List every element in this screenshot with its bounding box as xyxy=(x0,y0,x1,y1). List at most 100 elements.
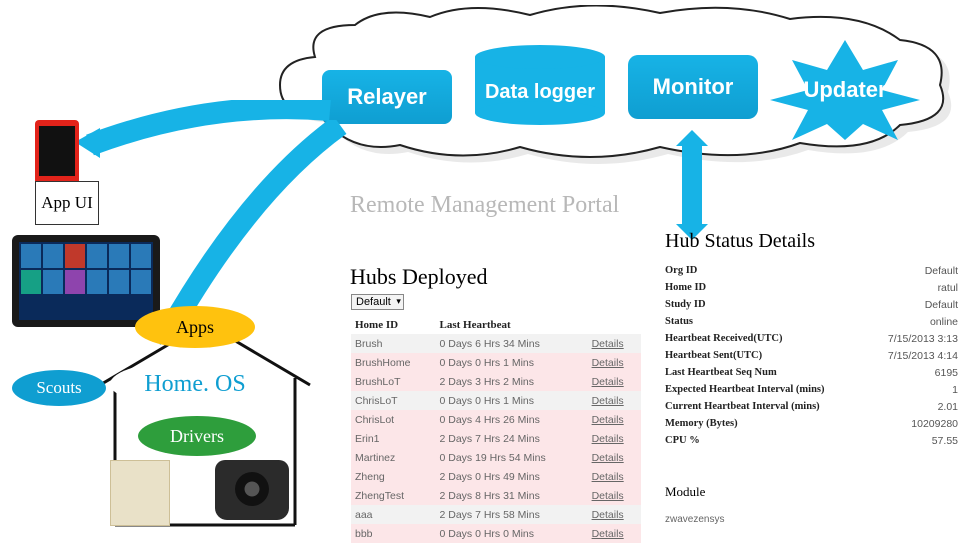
monitor-box: Monitor xyxy=(628,55,758,119)
appui-box: App UI xyxy=(35,181,99,225)
hubs-deployed-title: Hubs Deployed xyxy=(350,264,487,290)
drivers-oval: Drivers xyxy=(138,416,256,456)
cell-heartbeat: 0 Days 0 Hrs 0 Mins xyxy=(435,524,587,543)
kv-value: online xyxy=(930,316,958,328)
details-link[interactable]: Details xyxy=(592,338,624,350)
cell-heartbeat: 0 Days 4 Hrs 26 Mins xyxy=(435,410,587,429)
cell-home-id: Erin1 xyxy=(351,429,435,448)
scouts-oval: Scouts xyxy=(12,370,106,406)
sensor-device-icon xyxy=(110,460,170,526)
col-heartbeat: Last Heartbeat xyxy=(435,316,587,334)
monitor-label: Monitor xyxy=(653,74,734,100)
kv-key: Heartbeat Received(UTC) xyxy=(665,333,783,345)
kv-row: Org ID Default xyxy=(665,262,958,279)
cell-heartbeat: 2 Days 8 Hrs 31 Mins xyxy=(435,486,587,505)
kv-value: 1 xyxy=(952,384,958,396)
table-row: BrushHome0 Days 0 Hrs 1 MinsDetails xyxy=(351,353,641,372)
kv-row: Memory (Bytes) 10209280 xyxy=(665,415,958,432)
filter-dropdown[interactable]: Default xyxy=(351,294,404,310)
tablet-icon xyxy=(12,235,160,327)
cell-home-id: ChrisLot xyxy=(351,410,435,429)
kv-value: 2.01 xyxy=(938,401,958,413)
status-title: Hub Status Details xyxy=(665,230,815,253)
table-row: Erin12 Days 7 Hrs 24 Mins Details xyxy=(351,429,641,448)
cell-heartbeat: 2 Days 3 Hrs 2 Mins xyxy=(435,372,587,391)
kv-row: Expected Heartbeat Interval (mins) 1 xyxy=(665,381,958,398)
kv-row: Study IDDefault xyxy=(665,296,958,313)
relayer-box: Relayer xyxy=(322,70,452,124)
kv-row: Last Heartbeat Seq Num6195 xyxy=(665,364,958,381)
cell-heartbeat: 2 Days 7 Hrs 24 Mins xyxy=(435,429,587,448)
updater-label: Updater xyxy=(803,77,886,103)
table-row: ChrisLoT0 Days 0 Hrs 1 Mins Details xyxy=(351,391,641,410)
details-link[interactable]: Details xyxy=(592,490,624,502)
apps-label: Apps xyxy=(176,317,214,338)
apps-oval: Apps xyxy=(135,306,255,348)
details-link[interactable]: Details xyxy=(592,471,624,483)
cell-heartbeat: 2 Days 0 Hrs 49 Mins xyxy=(435,467,587,486)
kv-key: Current Heartbeat Interval (mins) xyxy=(665,401,820,413)
kv-key: Status xyxy=(665,316,693,328)
kv-value: Default xyxy=(925,265,958,277)
kv-value: 7/15/2013 3:13 xyxy=(888,333,958,345)
cell-home-id: Zheng xyxy=(351,467,435,486)
kv-row: Status online xyxy=(665,313,958,330)
details-link[interactable]: Details xyxy=(592,395,624,407)
kv-key: Org ID xyxy=(665,265,697,277)
kv-key: Home ID xyxy=(665,282,706,294)
kv-key: Memory (Bytes) xyxy=(665,418,738,430)
cell-heartbeat: 0 Days 6 Hrs 34 Mins xyxy=(435,334,587,353)
details-link[interactable]: Details xyxy=(592,376,624,388)
kv-key: Heartbeat Sent(UTC) xyxy=(665,350,762,362)
details-link[interactable]: Details xyxy=(592,452,624,464)
table-row: BrushLoT2 Days 3 Hrs 2 Mins Details xyxy=(351,372,641,391)
kv-key: Last Heartbeat Seq Num xyxy=(665,367,777,379)
kv-value: Default xyxy=(925,299,958,311)
cell-heartbeat: 2 Days 7 Hrs 58 Mins xyxy=(435,505,587,524)
kv-key: CPU % xyxy=(665,435,700,447)
status-kv-list: Org ID Default Home ID ratul Study IDDefault… xyxy=(665,262,958,449)
cell-heartbeat: 0 Days 0 Hrs 1 Mins xyxy=(435,391,587,410)
cell-home-id: BrushLoT xyxy=(351,372,435,391)
drivers-label: Drivers xyxy=(170,426,224,447)
details-link[interactable]: Details xyxy=(592,528,624,540)
hubs-table: Home ID Last Heartbeat Brush0 Days 6 Hrs… xyxy=(351,316,641,543)
module-value: zwavezensys xyxy=(665,514,724,525)
kv-row: Home ID ratul xyxy=(665,279,958,296)
details-link[interactable]: Details xyxy=(592,433,624,445)
col-home: Home ID xyxy=(351,316,435,334)
cell-heartbeat: 0 Days 0 Hrs 1 Mins xyxy=(435,353,587,372)
kv-row: Current Heartbeat Interval (mins) 2.01 xyxy=(665,398,958,415)
table-row: aaa2 Days 7 Hrs 58 MinsDetails xyxy=(351,505,641,524)
kv-value: ratul xyxy=(938,282,958,294)
camera-device-icon xyxy=(215,460,289,520)
relayer-label: Relayer xyxy=(347,84,427,110)
portal-title: Remote Management Portal xyxy=(350,192,619,219)
details-link[interactable]: Details xyxy=(592,414,624,426)
table-row: bbb0 Days 0 Hrs 0 Mins Details xyxy=(351,524,641,543)
cell-home-id: bbb xyxy=(351,524,435,543)
kv-value: 57.55 xyxy=(932,435,958,447)
appui-label: App UI xyxy=(41,194,92,212)
updater-star: Updater xyxy=(770,40,920,140)
table-row: ChrisLot0 Days 4 Hrs 26 Mins Details xyxy=(351,410,641,429)
cell-home-id: Martinez xyxy=(351,448,435,467)
cell-home-id: ChrisLoT xyxy=(351,391,435,410)
table-row: Brush0 Days 6 Hrs 34 Mins Details xyxy=(351,334,641,353)
details-link[interactable]: Details xyxy=(592,357,624,369)
arrow-monitor-portal xyxy=(672,130,712,240)
kv-value: 7/15/2013 4:14 xyxy=(888,350,958,362)
cell-heartbeat: 0 Days 19 Hrs 54 Mins xyxy=(435,448,587,467)
kv-row: Heartbeat Sent(UTC) 7/15/2013 4:14 xyxy=(665,347,958,364)
kv-row: Heartbeat Received(UTC) 7/15/2013 3:13 xyxy=(665,330,958,347)
homeos-label: Home. OS xyxy=(144,371,245,398)
cell-home-id: Brush xyxy=(351,334,435,353)
scouts-label: Scouts xyxy=(36,378,81,398)
module-label: Module xyxy=(665,484,705,500)
details-link[interactable]: Details xyxy=(592,509,624,521)
kv-value: 10209280 xyxy=(911,418,958,430)
cell-home-id: ZhengTest xyxy=(351,486,435,505)
kv-row: CPU % 57.55 xyxy=(665,432,958,449)
kv-key: Expected Heartbeat Interval (mins) xyxy=(665,384,825,396)
datalogger-label: Data logger xyxy=(485,67,595,103)
